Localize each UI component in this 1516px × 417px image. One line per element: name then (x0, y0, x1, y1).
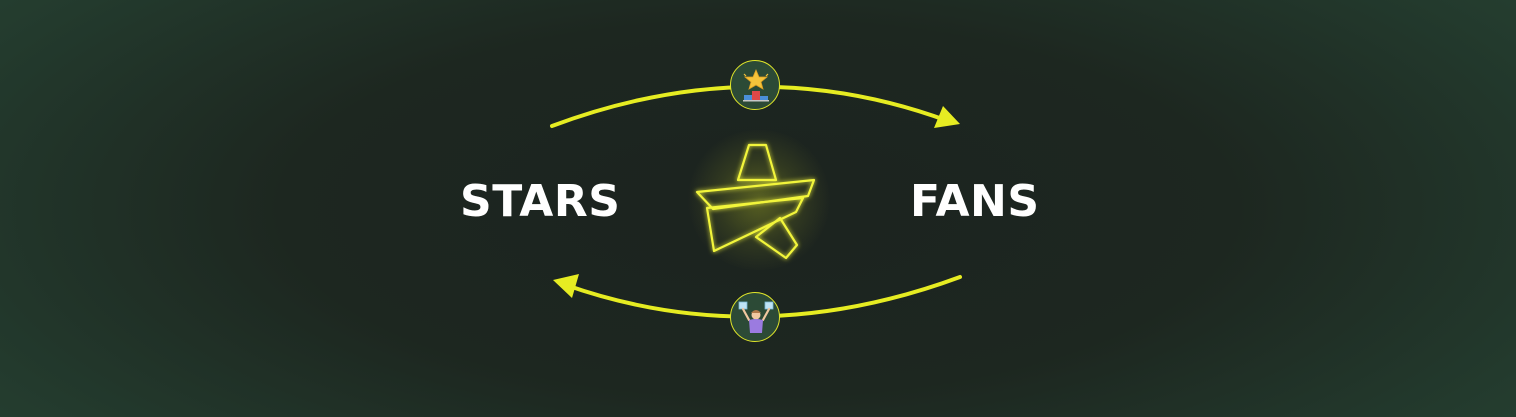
bottom-badge (730, 292, 780, 342)
fan-cheering-icon (738, 301, 774, 333)
stars-label: STARS (460, 176, 621, 227)
fans-label: FANS (910, 176, 1040, 227)
star-podium-icon (743, 68, 769, 102)
stars-fans-cycle-diagram: STARS FANS (0, 0, 1516, 417)
top-badge (730, 60, 780, 110)
